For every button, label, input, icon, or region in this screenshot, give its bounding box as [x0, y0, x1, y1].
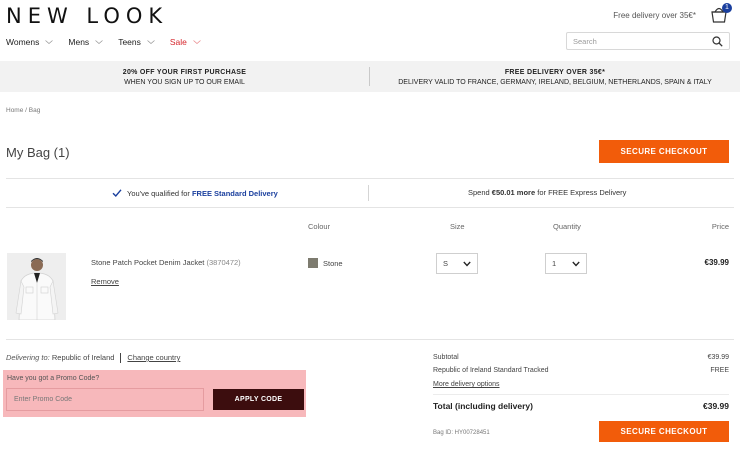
secure-checkout-button-top[interactable]: SECURE CHECKOUT — [599, 140, 729, 163]
express-prefix: Spend — [468, 188, 492, 197]
chevron-down-icon — [193, 40, 201, 45]
apply-code-button[interactable]: APPLY CODE — [213, 389, 304, 410]
shipping-value: FREE — [710, 367, 729, 374]
chevron-down-icon — [572, 261, 580, 266]
chevron-down-icon — [45, 40, 54, 45]
change-country-link[interactable]: Change country — [127, 353, 180, 362]
qualified-highlight: FREE Standard Delivery — [191, 188, 278, 198]
nav-label: Womens — [6, 37, 40, 47]
promo-code-input[interactable] — [6, 388, 204, 411]
column-header-price: Price — [711, 222, 729, 231]
total-value: €39.99 — [703, 401, 729, 411]
column-header-quantity: Quantity — [553, 222, 581, 231]
email-signup-promo[interactable]: 20% OFF YOUR FIRST PURCHASE WHEN YOU SIG… — [0, 68, 369, 88]
subtotal-value: €39.99 — [707, 354, 729, 361]
divider — [120, 353, 122, 364]
page-title: My Bag (1) — [6, 145, 70, 160]
total-label: Total (including delivery) — [433, 401, 533, 411]
secure-checkout-button-bottom[interactable]: SECURE CHECKOUT — [599, 421, 729, 442]
subtotal-label: Subtotal — [433, 354, 459, 361]
colour-swatch — [308, 258, 318, 268]
product-image[interactable] — [7, 253, 66, 320]
delivering-to: Delivering to: Republic of Ireland Change… — [6, 353, 180, 364]
column-header-size: Size — [450, 222, 465, 231]
search-bar — [566, 32, 730, 50]
chevron-down-icon — [463, 261, 471, 266]
divider — [6, 178, 734, 179]
express-delivery-message: Spend €50.01 more for FREE Express Deliv… — [468, 188, 626, 197]
divider — [368, 185, 369, 201]
search-icon[interactable] — [712, 35, 723, 47]
nav-womens[interactable]: Womens — [6, 37, 54, 47]
qualified-message: You've qualified for FREE Standard Deliv… — [112, 188, 278, 198]
quantity-select[interactable]: 1 — [545, 253, 587, 274]
more-delivery-options-link[interactable]: More delivery options — [433, 381, 500, 388]
nav-mens[interactable]: Mens — [68, 37, 103, 47]
divider — [6, 207, 734, 208]
nav-teens[interactable]: Teens — [118, 37, 155, 47]
bag-id: Bag ID: HY00728451 — [433, 430, 490, 436]
divider — [433, 394, 729, 395]
delivering-country: Republic of Ireland — [51, 353, 115, 362]
nav-label: Teens — [118, 37, 141, 47]
delivery-status-row: You've qualified for FREE Standard Deliv… — [6, 180, 734, 207]
bag-count-badge: 1 — [722, 3, 732, 13]
main-nav: Womens Mens Teens Sale — [6, 37, 201, 47]
free-delivery-notice: Free delivery over 35€* — [613, 11, 696, 20]
promo-subtitle: WHEN YOU SIGN UP TO OUR EMAIL — [124, 79, 245, 86]
product-title: Stone Patch Pocket Denim Jacket — [91, 258, 205, 267]
colour-name: Stone — [323, 259, 343, 268]
chevron-down-icon — [95, 40, 103, 45]
remove-item-link[interactable]: Remove — [91, 277, 119, 286]
breadcrumb[interactable]: Home / Bag — [6, 107, 40, 114]
promo-subtitle: DELIVERY VALID TO FRANCE, GERMANY, IRELA… — [398, 79, 712, 86]
nav-sale[interactable]: Sale — [170, 37, 201, 47]
promo-title: FREE DELIVERY OVER 35€* — [504, 69, 606, 76]
promo-title: 20% OFF YOUR FIRST PURCHASE — [122, 69, 247, 76]
brand-logo[interactable]: NEW LOOK — [6, 4, 168, 28]
item-price: €39.99 — [704, 258, 729, 267]
shopping-bag-icon[interactable]: 1 — [710, 3, 732, 24]
product-code: (3870472) — [206, 258, 241, 267]
column-header-colour: Colour — [308, 222, 331, 231]
nav-label: Sale — [169, 37, 187, 47]
promo-code-label: Have you got a Promo Code? — [7, 375, 100, 382]
quantity-value: 1 — [552, 259, 557, 268]
nav-label: Mens — [68, 37, 90, 47]
size-select[interactable]: S — [436, 253, 478, 274]
express-amount: €50.01 more — [491, 188, 536, 197]
divider — [6, 339, 734, 340]
search-input[interactable] — [573, 36, 712, 46]
promo-code-section: Have you got a Promo Code? APPLY CODE — [3, 370, 306, 417]
promo-banner: 20% OFF YOUR FIRST PURCHASE WHEN YOU SIG… — [0, 61, 740, 92]
free-delivery-promo[interactable]: FREE DELIVERY OVER 35€* DELIVERY VALID T… — [370, 68, 740, 88]
checkmark-icon — [112, 189, 122, 198]
delivering-label: Delivering to: — [6, 353, 50, 362]
shipping-label: Republic of Ireland Standard Tracked — [433, 367, 549, 374]
qualified-text: You've qualified for — [127, 188, 192, 198]
express-suffix: for FREE Express Delivery — [535, 188, 627, 197]
size-value: S — [443, 259, 449, 268]
product-name[interactable]: Stone Patch Pocket Denim Jacket (3870472… — [91, 258, 241, 267]
chevron-down-icon — [147, 40, 155, 45]
